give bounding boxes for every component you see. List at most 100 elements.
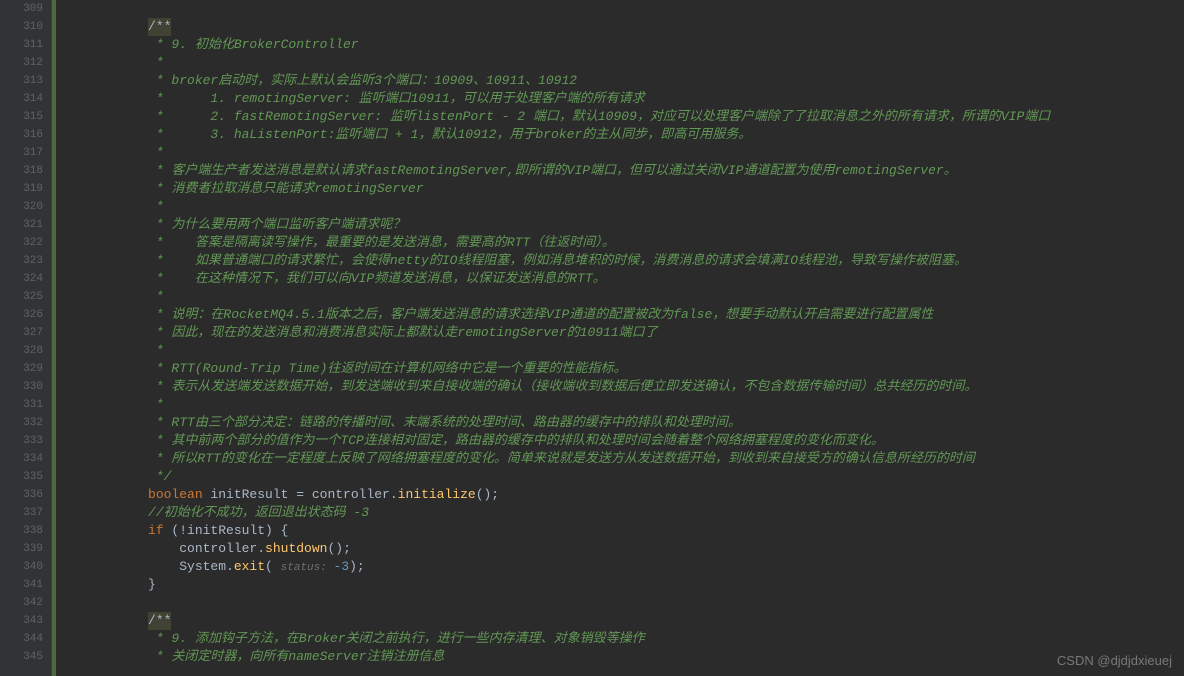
- code-line[interactable]: controller.shutdown();: [70, 540, 1184, 558]
- code-line[interactable]: * 9. 初始化BrokerController: [70, 36, 1184, 54]
- line-number: 318: [0, 162, 43, 180]
- code-line[interactable]: * 说明：在RocketMQ4.5.1版本之后，客户端发送消息的请求选择VIP通…: [70, 306, 1184, 324]
- line-number: 322: [0, 234, 43, 252]
- code-token: * broker启动时，实际上默认会监听3个端口：10909、10911、109…: [148, 73, 577, 88]
- code-editor[interactable]: 3093103113123133143153163173183193203213…: [0, 0, 1184, 676]
- code-token: -3: [333, 559, 349, 574]
- line-number: 339: [0, 540, 43, 558]
- code-line[interactable]: * 其中前两个部分的值作为一个TCP连接相对固定，路由器的缓存中的排队和处理时间…: [70, 432, 1184, 450]
- code-line[interactable]: * RTT(Round-Trip Time)往返时间在计算机网络中它是一个重要的…: [70, 360, 1184, 378]
- line-number: 329: [0, 360, 43, 378]
- line-number: 323: [0, 252, 43, 270]
- line-number: 325: [0, 288, 43, 306]
- code-token: * 3. haListenPort:监听端口 + 1，默认10912，用于bro…: [148, 127, 751, 142]
- code-line[interactable]: *: [70, 288, 1184, 306]
- code-token: initialize: [398, 487, 476, 502]
- code-token: *: [148, 55, 164, 70]
- line-number: 314: [0, 90, 43, 108]
- code-line[interactable]: * 表示从发送端发送数据开始，到发送端收到来自接收端的确认（接收端收到数据后便立…: [70, 378, 1184, 396]
- code-token: * 如果普通端口的请求繁忙，会使得netty的IO线程阻塞，例如消息堆积的时候，…: [148, 253, 967, 268]
- line-number: 327: [0, 324, 43, 342]
- code-token: * 9. 添加钩子方法，在Broker关闭之前执行，进行一些内存清理、对象销毁等…: [148, 631, 645, 646]
- code-token: System.: [179, 559, 234, 574]
- code-line[interactable]: * 9. 添加钩子方法，在Broker关闭之前执行，进行一些内存清理、对象销毁等…: [70, 630, 1184, 648]
- code-token: }: [148, 577, 156, 592]
- code-line[interactable]: */: [70, 468, 1184, 486]
- line-number: 343: [0, 612, 43, 630]
- line-number: 342: [0, 594, 43, 612]
- line-number: 332: [0, 414, 43, 432]
- line-number: 320: [0, 198, 43, 216]
- vcs-change-marker: [52, 0, 56, 676]
- line-number: 328: [0, 342, 43, 360]
- code-token: shutdown: [265, 541, 327, 556]
- code-token: initResult = controller.: [203, 487, 398, 502]
- code-line[interactable]: * 答案是隔离读写操作，最重要的是发送消息，需要高的RTT（往返时间）。: [70, 234, 1184, 252]
- code-line[interactable]: System.exit( status: -3);: [70, 558, 1184, 576]
- code-line[interactable]: * 3. haListenPort:监听端口 + 1，默认10912，用于bro…: [70, 126, 1184, 144]
- code-token: * 1. remotingServer: 监听端口10911，可以用于处理客户端…: [148, 91, 645, 106]
- code-line[interactable]: *: [70, 54, 1184, 72]
- line-number: 337: [0, 504, 43, 522]
- code-line[interactable]: * 关闭定时器，向所有nameServer注销注册信息: [70, 648, 1184, 666]
- code-token: exit: [234, 559, 265, 574]
- line-number: 338: [0, 522, 43, 540]
- code-line[interactable]: * 消费者拉取消息只能请求remotingServer: [70, 180, 1184, 198]
- code-line[interactable]: * broker启动时，实际上默认会监听3个端口：10909、10911、109…: [70, 72, 1184, 90]
- code-token: *: [148, 289, 164, 304]
- code-line[interactable]: * RTT由三个部分决定：链路的传播时间、末端系统的处理时间、路由器的缓存中的排…: [70, 414, 1184, 432]
- code-token: *: [148, 397, 164, 412]
- code-line[interactable]: *: [70, 396, 1184, 414]
- code-token: * 因此，现在的发送消息和消费消息实际上都默认走remotingServer的1…: [148, 325, 658, 340]
- code-line[interactable]: [70, 594, 1184, 612]
- code-line[interactable]: * 如果普通端口的请求繁忙，会使得netty的IO线程阻塞，例如消息堆积的时候，…: [70, 252, 1184, 270]
- line-number: 345: [0, 648, 43, 666]
- code-line[interactable]: [70, 0, 1184, 18]
- line-number: 341: [0, 576, 43, 594]
- code-token: * RTT由三个部分决定：链路的传播时间、末端系统的处理时间、路由器的缓存中的排…: [148, 415, 741, 430]
- line-number: 331: [0, 396, 43, 414]
- code-token: *: [148, 199, 164, 214]
- code-token: * 为什么要用两个端口监听客户端请求呢？: [148, 217, 405, 232]
- code-token: boolean: [148, 487, 203, 502]
- code-line[interactable]: }: [70, 576, 1184, 594]
- line-number: 316: [0, 126, 43, 144]
- code-line[interactable]: //初始化不成功，返回退出状态码 -3: [70, 504, 1184, 522]
- code-line[interactable]: boolean initResult = controller.initiali…: [70, 486, 1184, 504]
- code-line[interactable]: * 在这种情况下，我们可以向VIP频道发送消息，以保证发送消息的RTT。: [70, 270, 1184, 288]
- line-number: 326: [0, 306, 43, 324]
- code-line[interactable]: *: [70, 342, 1184, 360]
- code-token: );: [349, 559, 365, 574]
- code-line[interactable]: /**: [70, 612, 1184, 630]
- code-line[interactable]: * 所以RTT的变化在一定程度上反映了网络拥塞程度的变化。简单来说就是发送方从发…: [70, 450, 1184, 468]
- code-content-area[interactable]: /** * 9. 初始化BrokerController * * broker启…: [70, 0, 1184, 676]
- line-number: 319: [0, 180, 43, 198]
- code-token: /**: [148, 18, 171, 36]
- code-token: * 说明：在RocketMQ4.5.1版本之后，客户端发送消息的请求选择VIP通…: [148, 307, 933, 322]
- line-number: 336: [0, 486, 43, 504]
- line-number: 333: [0, 432, 43, 450]
- code-line[interactable]: *: [70, 144, 1184, 162]
- code-line[interactable]: if (!initResult) {: [70, 522, 1184, 540]
- code-line[interactable]: * 1. remotingServer: 监听端口10911，可以用于处理客户端…: [70, 90, 1184, 108]
- code-token: ();: [476, 487, 499, 502]
- line-number: 335: [0, 468, 43, 486]
- line-number: 311: [0, 36, 43, 54]
- line-number: 312: [0, 54, 43, 72]
- code-line[interactable]: * 为什么要用两个端口监听客户端请求呢？: [70, 216, 1184, 234]
- code-token: * 在这种情况下，我们可以向VIP频道发送消息，以保证发送消息的RTT。: [148, 271, 606, 286]
- code-token: /**: [148, 612, 171, 630]
- code-line[interactable]: *: [70, 198, 1184, 216]
- line-number: 330: [0, 378, 43, 396]
- code-line[interactable]: /**: [70, 18, 1184, 36]
- code-token: * 关闭定时器，向所有nameServer注销注册信息: [148, 649, 444, 664]
- code-token: controller.: [179, 541, 265, 556]
- code-line[interactable]: * 客户端生产者发送消息是默认请求fastRemotingServer,即所谓的…: [70, 162, 1184, 180]
- code-line[interactable]: * 2. fastRemotingServer: 监听listenPort - …: [70, 108, 1184, 126]
- code-token: * RTT(Round-Trip Time)往返时间在计算机网络中它是一个重要的…: [148, 361, 626, 376]
- code-token: * 表示从发送端发送数据开始，到发送端收到来自接收端的确认（接收端收到数据后便立…: [148, 379, 977, 394]
- code-token: * 其中前两个部分的值作为一个TCP连接相对固定，路由器的缓存中的排队和处理时间…: [148, 433, 884, 448]
- line-number: 309: [0, 0, 43, 18]
- code-token: */: [148, 469, 171, 484]
- code-line[interactable]: * 因此，现在的发送消息和消费消息实际上都默认走remotingServer的1…: [70, 324, 1184, 342]
